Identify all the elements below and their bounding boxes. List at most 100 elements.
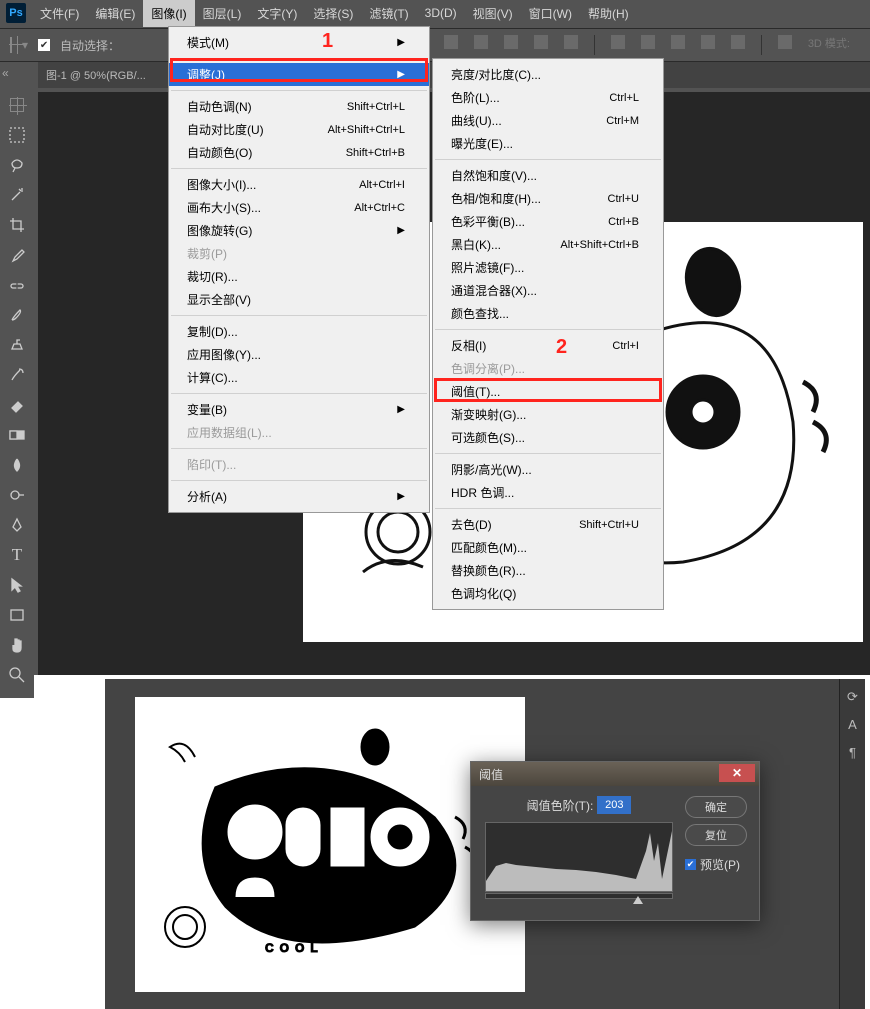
menu-item[interactable]: 自然饱和度(V)... bbox=[433, 164, 663, 187]
menu-item-label: 色彩平衡(B)... bbox=[451, 213, 525, 230]
crop-tool-icon[interactable] bbox=[4, 212, 30, 238]
menu-item[interactable]: 图像大小(I)...Alt+Ctrl+I bbox=[169, 173, 429, 196]
menu-item[interactable]: 应用图像(Y)... bbox=[169, 343, 429, 366]
menu-item[interactable]: 计算(C)... bbox=[169, 366, 429, 389]
menu-item[interactable]: 去色(D)Shift+Ctrl+U bbox=[433, 513, 663, 536]
menu-视图[interactable]: 视图(V) bbox=[465, 0, 521, 27]
menu-item[interactable]: 阈值(T)... bbox=[433, 380, 663, 403]
move-tool-icon[interactable] bbox=[4, 92, 30, 118]
menu-item[interactable]: 黑白(K)...Alt+Shift+Ctrl+B bbox=[433, 233, 663, 256]
menu-item[interactable]: 替换颜色(R)... bbox=[433, 559, 663, 582]
menu-item[interactable]: HDR 色调... bbox=[433, 481, 663, 504]
close-icon[interactable]: ✕ bbox=[719, 764, 755, 782]
menu-item[interactable]: 色相/饱和度(H)...Ctrl+U bbox=[433, 187, 663, 210]
clone-stamp-tool-icon[interactable] bbox=[4, 332, 30, 358]
distribute-icon[interactable] bbox=[611, 35, 625, 49]
menu-item[interactable]: 反相(I)Ctrl+I bbox=[433, 334, 663, 357]
menu-item-label: 渐变映射(G)... bbox=[451, 406, 526, 423]
align-icon[interactable] bbox=[564, 35, 578, 49]
menu-帮助[interactable]: 帮助(H) bbox=[580, 0, 637, 27]
menu-item[interactable]: 通道混合器(X)... bbox=[433, 279, 663, 302]
menu-item[interactable]: 自动对比度(U)Alt+Shift+Ctrl+L bbox=[169, 118, 429, 141]
menu-item[interactable]: 显示全部(V) bbox=[169, 288, 429, 311]
collapse-icon[interactable]: « bbox=[2, 66, 9, 80]
menu-图层[interactable]: 图层(L) bbox=[195, 0, 250, 27]
menu-item[interactable]: 模式(M)▶ bbox=[169, 31, 429, 54]
menu-item[interactable]: 照片滤镜(F)... bbox=[433, 256, 663, 279]
menu-item[interactable]: 曝光度(E)... bbox=[433, 132, 663, 155]
menu-item[interactable]: 变量(B)▶ bbox=[169, 398, 429, 421]
menu-item[interactable]: 色彩平衡(B)...Ctrl+B bbox=[433, 210, 663, 233]
menu-item[interactable]: 自动颜色(O)Shift+Ctrl+B bbox=[169, 141, 429, 164]
eraser-tool-icon[interactable] bbox=[4, 392, 30, 418]
align-icon[interactable] bbox=[444, 35, 458, 49]
eyedropper-tool-icon[interactable] bbox=[4, 242, 30, 268]
preview-checkbox[interactable]: ✔ bbox=[685, 859, 696, 870]
menu-item[interactable]: 渐变映射(G)... bbox=[433, 403, 663, 426]
menu-item[interactable]: 色调均化(Q) bbox=[433, 582, 663, 605]
menu-文件[interactable]: 文件(F) bbox=[32, 0, 87, 27]
menu-item[interactable]: 图像旋转(G)▶ bbox=[169, 219, 429, 242]
rectangle-tool-icon[interactable] bbox=[4, 602, 30, 628]
blur-tool-icon[interactable] bbox=[4, 452, 30, 478]
menu-选择[interactable]: 选择(S) bbox=[305, 0, 361, 27]
menu-item[interactable]: 亮度/对比度(C)... bbox=[433, 63, 663, 86]
hand-tool-icon[interactable] bbox=[4, 632, 30, 658]
menu-item[interactable]: 颜色查找... bbox=[433, 302, 663, 325]
magic-wand-tool-icon[interactable] bbox=[4, 182, 30, 208]
auto-select-checkbox[interactable]: ✔ bbox=[38, 39, 50, 51]
distribute-icon[interactable] bbox=[671, 35, 685, 49]
menu-窗口[interactable]: 窗口(W) bbox=[521, 0, 580, 27]
menu-item[interactable]: 调整(J)▶ bbox=[169, 63, 429, 86]
separator bbox=[171, 58, 427, 59]
3d-icon[interactable] bbox=[778, 35, 792, 49]
menu-item[interactable]: 画布大小(S)...Alt+Ctrl+C bbox=[169, 196, 429, 219]
lasso-tool-icon[interactable] bbox=[4, 152, 30, 178]
menu-3D[interactable]: 3D(D) bbox=[417, 1, 465, 25]
distribute-icon[interactable] bbox=[641, 35, 655, 49]
character-panel-icon[interactable]: A bbox=[845, 717, 861, 733]
slider-handle-icon[interactable] bbox=[633, 896, 643, 904]
preview-label: 预览(P) bbox=[700, 856, 740, 873]
menu-item[interactable]: 裁切(R)... bbox=[169, 265, 429, 288]
type-tool-icon[interactable]: T bbox=[4, 542, 30, 568]
dodge-tool-icon[interactable] bbox=[4, 482, 30, 508]
path-selection-tool-icon[interactable] bbox=[4, 572, 30, 598]
menu-item[interactable]: 复制(D)... bbox=[169, 320, 429, 343]
zoom-tool-icon[interactable] bbox=[4, 662, 30, 688]
brush-tool-icon[interactable] bbox=[4, 302, 30, 328]
document-tab[interactable]: 图-1 @ 50%(RGB/... bbox=[38, 67, 154, 83]
ok-button[interactable]: 确定 bbox=[685, 796, 747, 818]
distribute-icon[interactable] bbox=[701, 35, 715, 49]
menu-item[interactable]: 阴影/高光(W)... bbox=[433, 458, 663, 481]
menu-item[interactable]: 分析(A)▶ bbox=[169, 485, 429, 508]
reset-button[interactable]: 复位 bbox=[685, 824, 747, 846]
menu-item[interactable]: 曲线(U)...Ctrl+M bbox=[433, 109, 663, 132]
photoshop-logo-icon: Ps bbox=[6, 3, 26, 23]
menu-item[interactable]: 色阶(L)...Ctrl+L bbox=[433, 86, 663, 109]
gradient-tool-icon[interactable] bbox=[4, 422, 30, 448]
pen-tool-icon[interactable] bbox=[4, 512, 30, 538]
menu-图像[interactable]: 图像(I) bbox=[143, 0, 194, 27]
menu-item[interactable]: 自动色调(N)Shift+Ctrl+L bbox=[169, 95, 429, 118]
paragraph-panel-icon[interactable]: ¶ bbox=[845, 745, 861, 761]
threshold-slider[interactable] bbox=[485, 892, 673, 906]
align-icon[interactable] bbox=[474, 35, 488, 49]
image-menu: 模式(M)▶ 调整(J)▶ 自动色调(N)Shift+Ctrl+L自动对比度(U)A… bbox=[168, 26, 430, 513]
marquee-tool-icon[interactable] bbox=[4, 122, 30, 148]
align-icon[interactable] bbox=[534, 35, 548, 49]
menu-item[interactable]: 可选颜色(S)... bbox=[433, 426, 663, 449]
healing-brush-tool-icon[interactable] bbox=[4, 272, 30, 298]
shortcut: Ctrl+L bbox=[609, 92, 639, 104]
dialog-titlebar[interactable]: 阈值 ✕ bbox=[471, 762, 759, 786]
menu-item[interactable]: 匹配颜色(M)... bbox=[433, 536, 663, 559]
menu-编辑[interactable]: 编辑(E) bbox=[87, 0, 143, 27]
align-icon[interactable] bbox=[504, 35, 518, 49]
menu-文字[interactable]: 文字(Y) bbox=[249, 0, 305, 27]
threshold-input[interactable] bbox=[597, 796, 631, 814]
distribute-icon[interactable] bbox=[731, 35, 745, 49]
history-brush-tool-icon[interactable] bbox=[4, 362, 30, 388]
menu-滤镜[interactable]: 滤镜(T) bbox=[361, 0, 416, 27]
shortcut: Shift+Ctrl+L bbox=[347, 101, 405, 113]
history-panel-icon[interactable]: ⟳ bbox=[845, 689, 861, 705]
